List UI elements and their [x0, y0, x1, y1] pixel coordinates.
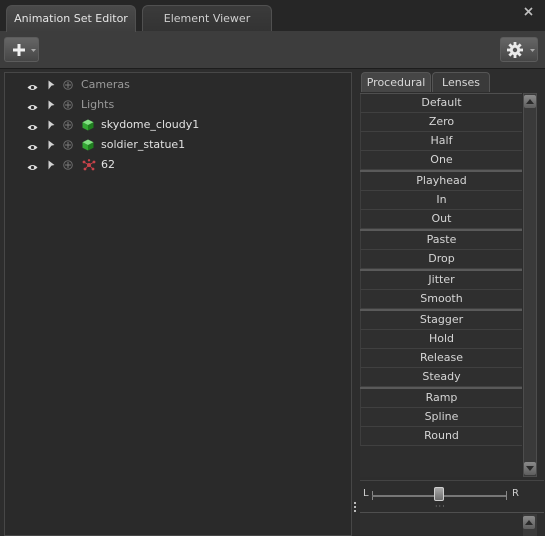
slider-handle[interactable]: [434, 487, 444, 501]
procedural-button-out[interactable]: Out: [360, 210, 522, 229]
tab-procedural[interactable]: Procedural: [361, 72, 431, 92]
procedural-button-in[interactable]: In: [360, 191, 522, 210]
tree-row-label: Lights: [81, 98, 115, 111]
add-button[interactable]: [4, 37, 39, 62]
lr-balance-slider[interactable]: L ··· R: [360, 480, 544, 512]
tab-label: Element Viewer: [163, 12, 251, 25]
close-icon[interactable]: [524, 6, 533, 19]
tree-row-label: soldier_statue1: [101, 138, 186, 151]
tab-label: Lenses: [442, 76, 480, 89]
visibility-eye-icon[interactable]: [27, 141, 38, 154]
tree-row[interactable]: 62: [5, 155, 351, 175]
plus-icon: [13, 44, 25, 56]
arrow-up-icon: [526, 99, 534, 104]
arrow-down-icon: [526, 466, 534, 471]
procedural-button-smooth[interactable]: Smooth: [360, 290, 522, 309]
procedural-button-list: Default Zero Half One Playhead In Out Paste Drop…: [360, 93, 522, 477]
slider-right-label: R: [512, 488, 519, 499]
tree-row[interactable]: soldier_statue1: [5, 135, 351, 155]
red-particles-icon: [82, 159, 96, 174]
expand-plus-icon[interactable]: [63, 80, 73, 93]
procedural-button-steady[interactable]: Steady: [360, 368, 522, 387]
tree-row[interactable]: Cameras: [5, 75, 351, 95]
green-cube-icon: [82, 119, 94, 134]
procedural-button-half[interactable]: Half: [360, 132, 522, 151]
animation-set-tree[interactable]: Cameras Lights skydome_cloudy1 soldier_stat…: [4, 72, 352, 536]
arrow-up-icon: [525, 520, 533, 525]
procedural-button-round[interactable]: Round: [360, 427, 522, 446]
tree-row-label: skydome_cloudy1: [101, 118, 200, 131]
select-arrow-icon[interactable]: [48, 160, 55, 173]
tab-element-viewer[interactable]: Element Viewer: [142, 5, 272, 31]
lower-scrollbar[interactable]: [523, 514, 537, 536]
chevron-down-icon: [31, 49, 36, 52]
tab-label: Animation Set Editor: [14, 12, 128, 25]
procedural-button-stagger[interactable]: Stagger: [360, 311, 522, 330]
scroll-down-button[interactable]: [524, 462, 536, 475]
procedural-panel: Procedural Lenses Default Zero Half One Play…: [359, 72, 545, 536]
lower-pane: [360, 512, 544, 536]
procedural-button-drop[interactable]: Drop: [360, 250, 522, 269]
slider-handle-grip: ···: [435, 502, 446, 511]
procedural-button-release[interactable]: Release: [360, 349, 522, 368]
visibility-eye-icon[interactable]: [27, 121, 38, 134]
select-arrow-icon[interactable]: [48, 140, 55, 153]
slider-left-label: L: [363, 488, 369, 499]
procedural-button-playhead[interactable]: Playhead: [360, 172, 522, 191]
procedural-button-hold[interactable]: Hold: [360, 330, 522, 349]
gear-icon: [507, 42, 523, 58]
tab-animation-set-editor[interactable]: Animation Set Editor: [6, 5, 136, 32]
select-arrow-icon[interactable]: [48, 120, 55, 133]
visibility-eye-icon[interactable]: [27, 161, 38, 174]
tab-label: Procedural: [366, 76, 426, 89]
select-arrow-icon[interactable]: [48, 100, 55, 113]
chevron-down-icon: [530, 49, 535, 52]
toolbar: [0, 31, 545, 69]
procedural-button-one[interactable]: One: [360, 151, 522, 170]
procedural-button-default[interactable]: Default: [360, 94, 522, 113]
procedural-button-zero[interactable]: Zero: [360, 113, 522, 132]
visibility-eye-icon[interactable]: [27, 81, 38, 94]
tree-row[interactable]: Lights: [5, 95, 351, 115]
tree-row[interactable]: skydome_cloudy1: [5, 115, 351, 135]
procedural-scrollbar[interactable]: [523, 93, 537, 477]
scroll-up-button[interactable]: [523, 516, 535, 529]
procedural-button-ramp[interactable]: Ramp: [360, 389, 522, 408]
expand-plus-icon[interactable]: [63, 160, 73, 173]
green-cube-icon: [82, 139, 94, 154]
procedural-button-paste[interactable]: Paste: [360, 231, 522, 250]
settings-button[interactable]: [500, 37, 538, 62]
select-arrow-icon[interactable]: [48, 80, 55, 93]
slider-right-stop: [506, 491, 507, 500]
expand-plus-icon[interactable]: [63, 100, 73, 113]
procedural-button-spline[interactable]: Spline: [360, 408, 522, 427]
visibility-eye-icon[interactable]: [27, 101, 38, 114]
expand-plus-icon[interactable]: [63, 120, 73, 133]
scroll-up-button[interactable]: [524, 95, 536, 108]
expand-plus-icon[interactable]: [63, 140, 73, 153]
tab-lenses[interactable]: Lenses: [432, 72, 490, 92]
tab-bar: Animation Set Editor Element Viewer: [0, 0, 545, 32]
splitter-handle[interactable]: [354, 502, 357, 514]
procedural-button-jitter[interactable]: Jitter: [360, 271, 522, 290]
tree-row-label: 62: [101, 158, 115, 171]
tree-row-label: Cameras: [81, 78, 130, 91]
